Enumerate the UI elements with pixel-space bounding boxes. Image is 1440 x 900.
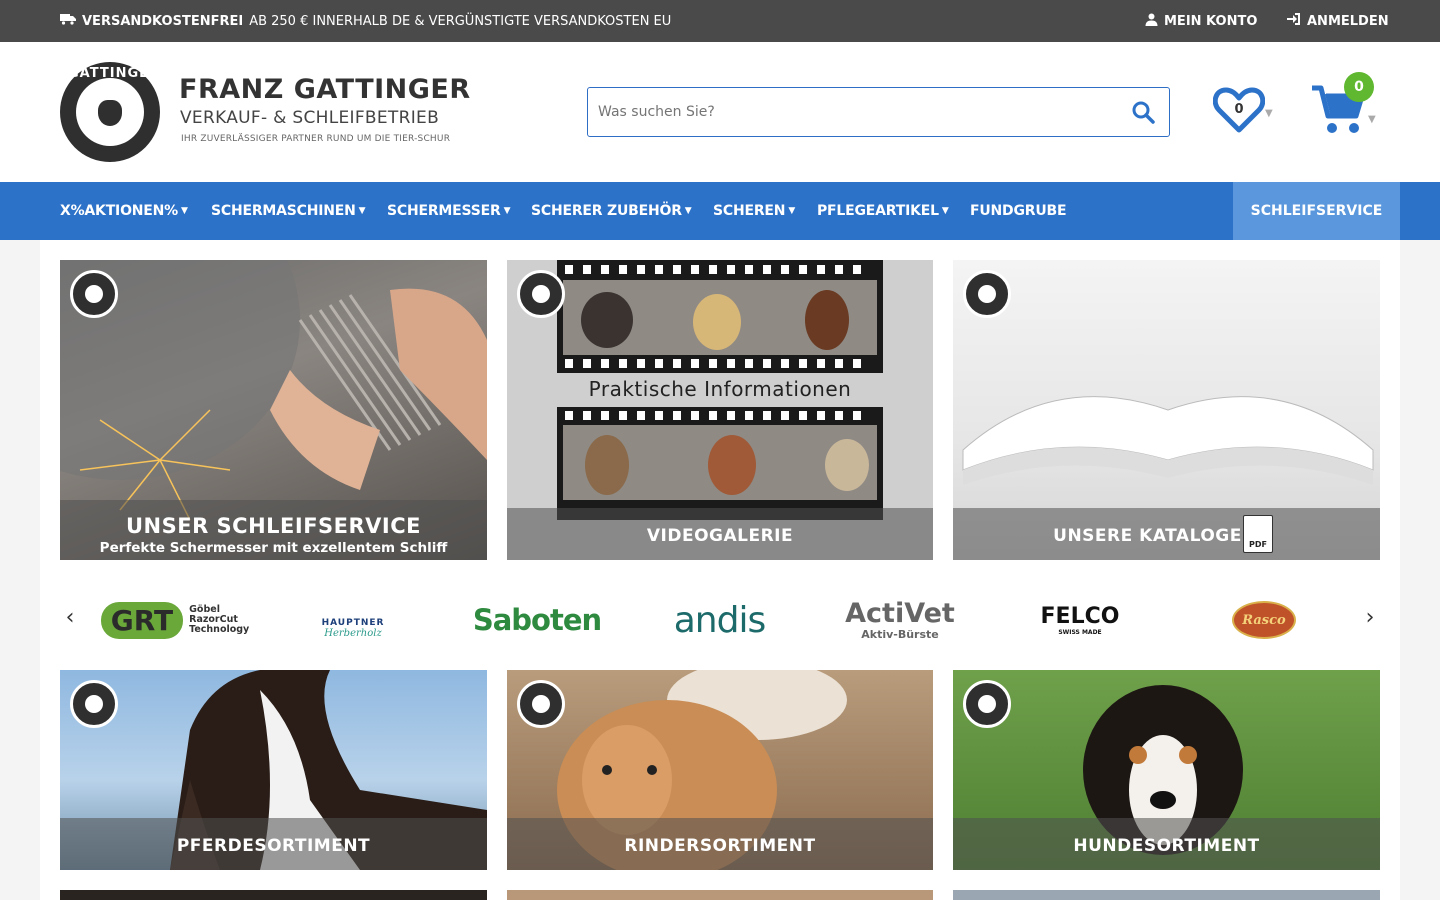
tile-row3-2[interactable] — [507, 890, 933, 900]
brand-carousel: ‹ GRT Göbel RazorCut Technology HAUPTNER… — [60, 580, 1380, 660]
tile-title: PFERDESORTIMENT — [176, 836, 371, 856]
shipping-text: AB 250 € INNERHALB DE & VERGÜNSTIGTE VER… — [249, 13, 672, 29]
felco-name: FELCO — [1040, 603, 1120, 629]
chevron-left-icon: ‹ — [65, 605, 75, 630]
login-label: ANMELDEN — [1307, 13, 1389, 29]
chevron-right-icon: › — [1365, 605, 1375, 630]
brand-seal-logo[interactable]: GATTINGER — [60, 62, 160, 162]
heart-icon — [1212, 87, 1266, 138]
video-banner-text: Praktische Informationen — [588, 377, 852, 401]
tile-title: UNSER SCHLEIFSERVICE — [125, 514, 422, 538]
chevron-down-icon: ▼ — [181, 206, 188, 216]
activet-name: ActiVet — [845, 597, 955, 629]
shopping-cart-icon — [1310, 85, 1370, 142]
seal-logo-icon — [70, 270, 118, 318]
top-bar: VERSANDKOSTENFREI AB 250 € INNERHALB DE … — [0, 0, 1440, 42]
login-link[interactable]: ANMELDEN — [1287, 0, 1389, 42]
cow-head-icon — [98, 100, 122, 126]
wishlist-count: 0 — [1234, 102, 1244, 117]
tile-title: UNSERE KATALOGE — [1053, 526, 1242, 546]
brand-logo-andis[interactable]: andis — [647, 594, 792, 646]
chevron-down-icon: ▼ — [1368, 114, 1376, 125]
grt-mark: GRT — [100, 601, 184, 639]
wishlist-button[interactable]: 0 ▼ — [1212, 86, 1275, 138]
pdf-icon-label: PDF — [1249, 540, 1267, 549]
brand-tagline: IHR ZUVERLÄSSIGER PARTNER RUND UM DIE TI… — [181, 134, 451, 144]
activet-sub: Aktiv-Bürste — [861, 627, 939, 641]
user-icon — [1145, 13, 1158, 30]
chevron-down-icon: ▼ — [358, 206, 366, 216]
sign-in-icon — [1287, 13, 1301, 29]
hauptner-script: Herberholz — [324, 627, 382, 639]
brand-subtitle: VERKAUF- & SCHLEIFBETRIEB — [180, 108, 440, 128]
chevron-down-icon: ▼ — [503, 206, 511, 216]
search-input[interactable] — [598, 88, 1118, 136]
nav-label: SCHERMESSER — [387, 203, 501, 219]
tile-row3-1[interactable] — [60, 890, 487, 900]
my-account-link[interactable]: MEIN KONTO — [1145, 0, 1257, 42]
tile-rindersortiment[interactable]: RINDERSORTIMENT — [507, 670, 933, 870]
tile-pferdesortiment[interactable]: PFERDESORTIMENT — [60, 670, 487, 870]
nav-label: SCHERER ZUBEHÖR — [531, 203, 682, 219]
grt-text: Technology — [189, 624, 250, 635]
nav-label: SCHEREN — [713, 203, 786, 219]
nav-item-schleifservice[interactable]: SCHLEIFSERVICE — [1233, 182, 1400, 240]
seal-logo-icon — [963, 680, 1011, 728]
cart-button[interactable]: 0 ▼ — [1310, 72, 1380, 142]
truck-icon — [60, 13, 76, 29]
hauptner-name: HAUPTNER — [321, 617, 385, 628]
cart-count-badge: 0 — [1344, 72, 1374, 102]
chevron-down-icon: ▼ — [1265, 108, 1273, 119]
tile-title: RINDERSORTIMENT — [624, 836, 816, 856]
seal-logo-icon — [517, 270, 565, 318]
nav-label: X%AKTIONEN% — [60, 203, 178, 219]
site-header: GATTINGER FRANZ GATTINGER VERKAUF- & SCH… — [0, 42, 1440, 182]
nav-item-scheren[interactable]: SCHEREN ▼ — [713, 182, 795, 240]
tile-schleifservice[interactable]: UNSER SCHLEIFSERVICE Perfekte Schermesse… — [60, 260, 487, 560]
nav-item-aktionen[interactable]: X%AKTIONEN% ▼ — [60, 182, 188, 240]
brand-title: FRANZ GATTINGER — [179, 74, 471, 105]
nav-item-fundgrube[interactable]: FUNDGRUBE — [970, 182, 1067, 240]
shipping-notice: VERSANDKOSTENFREI AB 250 € INNERHALB DE … — [60, 0, 671, 42]
felco-sub: SWISS MADE — [1058, 628, 1102, 636]
nav-label: PFLEGEARTIKEL — [817, 203, 939, 219]
shipping-bold: VERSANDKOSTENFREI — [82, 13, 244, 29]
chevron-down-icon: ▼ — [788, 206, 796, 216]
search-button[interactable] — [1131, 100, 1157, 126]
search-box — [587, 87, 1170, 137]
brand-logo-hauptner[interactable]: HAUPTNER Herberholz — [298, 594, 408, 646]
tile-title: VIDEOGALERIE — [646, 526, 794, 546]
seal-logo-icon — [517, 680, 565, 728]
tile-kataloge[interactable]: UNSERE KATALOGE PDF — [953, 260, 1380, 560]
nav-label: SCHERMASCHINEN — [211, 203, 356, 219]
tile-subtitle: Perfekte Schermesser mit exzellentem Sch… — [99, 540, 448, 556]
carousel-prev-button[interactable]: ‹ — [60, 605, 80, 635]
nav-item-pflegeartikel[interactable]: PFLEGEARTIKEL ▼ — [817, 182, 949, 240]
chevron-down-icon: ▼ — [941, 206, 949, 216]
pdf-icon: PDF — [1243, 515, 1273, 553]
brand-logo-felco[interactable]: FELCO SWISS MADE — [1041, 594, 1120, 646]
nav-item-schermaschinen[interactable]: SCHERMASCHINEN ▼ — [211, 182, 366, 240]
carousel-next-button[interactable]: › — [1360, 605, 1380, 635]
seal-logo-icon — [963, 270, 1011, 318]
nav-item-scherer-zubehoer[interactable]: SCHERER ZUBEHÖR ▼ — [531, 182, 692, 240]
tile-hundesortiment[interactable]: HUNDESORTIMENT — [953, 670, 1380, 870]
brand-logo-grt[interactable]: GRT Göbel RazorCut Technology — [100, 594, 250, 646]
brand-logo-rasco[interactable]: Rasco — [1230, 594, 1298, 646]
nav-label: FUNDGRUBE — [970, 203, 1067, 219]
chevron-down-icon: ▼ — [684, 206, 692, 216]
nav-item-schermesser[interactable]: SCHERMESSER ▼ — [387, 182, 511, 240]
tile-row3-3[interactable] — [953, 890, 1380, 900]
tile-videogalerie[interactable]: Praktische Informationen VIDEOGALERIE — [507, 260, 933, 560]
main-navigation: X%AKTIONEN% ▼ SCHERMASCHINEN ▼ SCHERMESSER… — [0, 182, 1440, 240]
tile-title: HUNDESORTIMENT — [1073, 836, 1260, 856]
search-icon — [1131, 101, 1155, 128]
my-account-label: MEIN KONTO — [1164, 13, 1258, 29]
seal-logo-icon — [70, 680, 118, 728]
rasco-mark: Rasco — [1232, 601, 1296, 639]
brand-logo-saboten[interactable]: Saboten — [462, 594, 612, 646]
brand-logo-activet[interactable]: ActiVet Aktiv-Bürste — [830, 594, 970, 646]
